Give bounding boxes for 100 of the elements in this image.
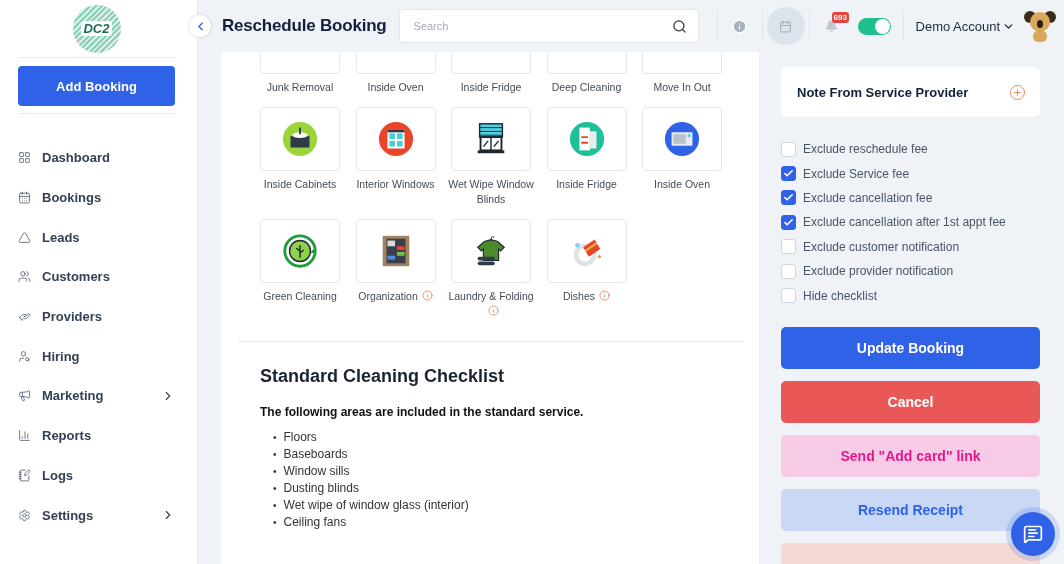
service-label: Wet Wipe Window Blinds bbox=[447, 177, 535, 207]
search-field[interactable]: Search bbox=[398, 9, 699, 43]
sidebar-item[interactable]: Reports bbox=[18, 415, 175, 456]
checklist-item: Baseboards bbox=[283, 446, 348, 463]
microwave-icon bbox=[663, 120, 701, 158]
sidebar-label: Settings bbox=[42, 507, 95, 523]
sidebar-item[interactable]: Logs bbox=[18, 455, 175, 496]
service-label: Inside Fridge bbox=[555, 177, 618, 192]
action-button[interactable]: Update Booking bbox=[781, 326, 1040, 369]
service-label: Inside Oven bbox=[366, 80, 425, 95]
service-tile[interactable] bbox=[451, 219, 531, 283]
service-tile[interactable] bbox=[451, 107, 531, 171]
fridge-icon bbox=[567, 120, 606, 158]
option-label: Exclude cancellation after 1st appt fee bbox=[803, 215, 1006, 230]
checklist-title: Standard Cleaning Checklist bbox=[260, 366, 506, 387]
users-icon bbox=[18, 270, 31, 284]
sidebar-item[interactable]: Hiring bbox=[18, 336, 175, 377]
add-booking-button[interactable]: Add Booking bbox=[18, 66, 175, 106]
option-label: Exclude provider notification bbox=[803, 264, 954, 279]
service-tile[interactable] bbox=[355, 219, 436, 283]
sidebar-item[interactable]: Marketing bbox=[18, 376, 175, 416]
sidebar-label: Dashboard bbox=[42, 150, 111, 166]
calendar-icon bbox=[18, 191, 31, 205]
settings-icon bbox=[18, 508, 31, 522]
bar-chart-icon bbox=[18, 429, 31, 443]
account-menu[interactable]: Demo Account bbox=[915, 18, 1016, 34]
koala-avatar-icon[interactable] bbox=[1023, 9, 1058, 43]
info-icon[interactable] bbox=[599, 290, 611, 301]
action-button[interactable]: Resend Receipt bbox=[781, 488, 1040, 531]
add-note-button[interactable] bbox=[1009, 83, 1026, 101]
checklist-item: Floors bbox=[283, 429, 317, 446]
service-label: Green Cleaning bbox=[262, 289, 338, 304]
chat-button[interactable] bbox=[1011, 512, 1055, 556]
sidebar-item[interactable]: Bookings bbox=[18, 177, 175, 218]
sidebar-label: Customers bbox=[42, 269, 111, 285]
checklist-item: Ceiling fans bbox=[283, 514, 347, 531]
sidebar-label: Logs bbox=[42, 467, 75, 483]
calendar-icon bbox=[779, 19, 793, 33]
checkbox[interactable] bbox=[781, 190, 796, 206]
hand-icon bbox=[18, 310, 31, 324]
bullet-mark: • bbox=[273, 431, 277, 445]
service-label: Junk Removal bbox=[265, 80, 335, 95]
window-icon bbox=[376, 120, 415, 158]
sidebar-item[interactable]: Settings bbox=[18, 495, 175, 535]
check-icon bbox=[783, 216, 794, 228]
sidebar-label: Bookings bbox=[42, 190, 103, 206]
service-tile[interactable] bbox=[546, 219, 627, 283]
bullet-mark: • bbox=[273, 516, 277, 530]
sidebar-item[interactable]: Dashboard bbox=[18, 138, 175, 178]
bullet-mark: • bbox=[273, 499, 277, 513]
person-search-icon bbox=[18, 349, 31, 363]
bullet-mark: • bbox=[273, 482, 277, 496]
toggle-switch[interactable] bbox=[857, 17, 891, 35]
bullet-mark: • bbox=[273, 448, 277, 462]
action-button[interactable]: Cancel bbox=[781, 380, 1040, 423]
search-icon bbox=[671, 18, 687, 34]
service-tile[interactable] bbox=[260, 219, 340, 283]
service-tile[interactable] bbox=[546, 107, 627, 171]
service-tile[interactable] bbox=[451, 52, 531, 74]
service-label: Interior Windows bbox=[355, 177, 436, 192]
checklist-item: Dusting blinds bbox=[283, 480, 359, 497]
info-icon[interactable] bbox=[421, 290, 433, 301]
checkbox[interactable] bbox=[781, 166, 796, 182]
service-label: Dishes bbox=[542, 289, 631, 304]
service-tile[interactable] bbox=[546, 52, 627, 74]
bell-icon[interactable] bbox=[825, 19, 839, 33]
notification-badge: 693 bbox=[831, 11, 849, 23]
sidebar-label: Marketing bbox=[42, 388, 105, 404]
checkbox[interactable] bbox=[781, 214, 796, 230]
service-tile[interactable] bbox=[642, 52, 722, 74]
option-label: Exclude cancellation fee bbox=[803, 190, 933, 205]
note-title: Note From Service Provider bbox=[797, 84, 969, 100]
service-label: Organization bbox=[351, 289, 440, 304]
sidebar-label: Reports bbox=[42, 428, 93, 444]
megaphone-icon bbox=[18, 389, 31, 403]
sidebar-label: Hiring bbox=[42, 348, 81, 364]
sidebar-label: Providers bbox=[42, 309, 103, 325]
logo-text: DC2 bbox=[81, 21, 112, 36]
service-label: Inside Cabinets bbox=[262, 177, 338, 192]
page-title: Reschedule Booking bbox=[222, 16, 387, 36]
triangle-icon bbox=[18, 230, 31, 244]
service-tile[interactable] bbox=[260, 52, 340, 74]
checklist-item: Window sills bbox=[283, 463, 350, 480]
service-tile[interactable] bbox=[260, 107, 340, 171]
checklist-item: Wet wipe of window glass (interior) bbox=[283, 497, 469, 514]
service-label: Move In Out bbox=[652, 80, 712, 95]
sidebar-item[interactable]: Customers bbox=[18, 257, 175, 297]
collapse-sidebar-button[interactable] bbox=[189, 15, 211, 37]
service-label: Laundry & Folding bbox=[447, 289, 535, 319]
info-icon[interactable] bbox=[487, 305, 499, 316]
option-label: Hide checklist bbox=[803, 288, 878, 303]
sink-cabinet-icon bbox=[281, 120, 319, 158]
service-tile[interactable] bbox=[642, 107, 722, 171]
bullet-mark: • bbox=[273, 465, 277, 479]
sidebar-item[interactable]: Providers bbox=[18, 296, 175, 337]
calendar-button[interactable] bbox=[766, 7, 805, 45]
service-tile[interactable] bbox=[355, 107, 436, 171]
leaf-cycle-icon bbox=[281, 232, 319, 270]
sidebar-item[interactable]: Leads bbox=[18, 217, 175, 258]
service-tile[interactable] bbox=[355, 52, 436, 74]
